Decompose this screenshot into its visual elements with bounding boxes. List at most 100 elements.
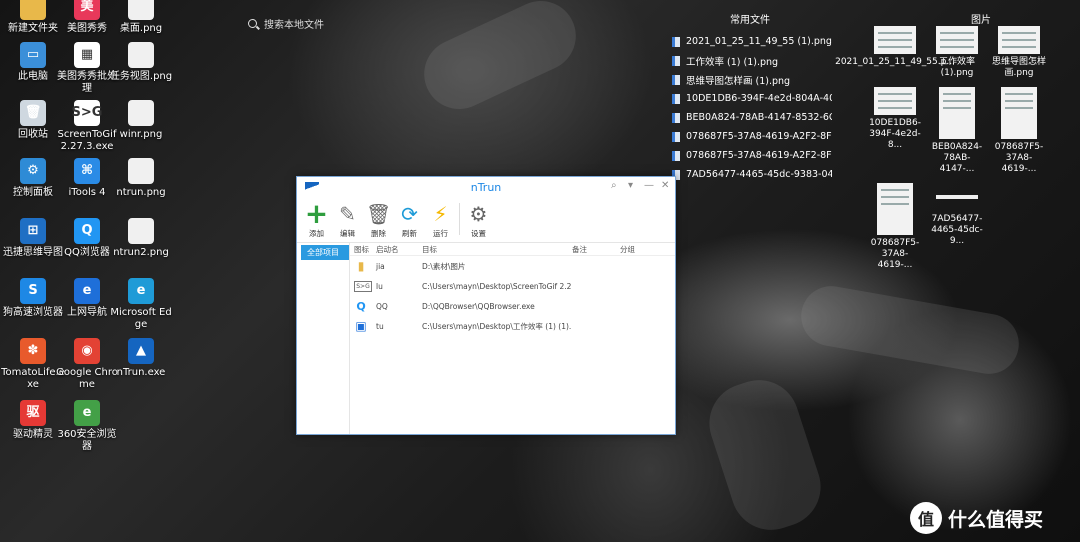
picture-name: 10DE1DB6-394F-4e2d-8... <box>869 118 921 150</box>
row-icon-cell: ▮ <box>350 259 376 273</box>
folder-icon <box>20 0 46 20</box>
table-row[interactable]: ▮ jia D:\素材\图片 <box>350 256 675 276</box>
file-icon <box>672 131 680 142</box>
toolbar-gear-button[interactable]: ⚙ 设置 <box>463 199 494 239</box>
pictures-grid: 2021_01_25_11_49_55.p... 工作效率 (1).png 思维导图… <box>835 26 1052 271</box>
column-note[interactable]: 备注 <box>572 244 620 255</box>
desktop-shortcut-label: 360安全浏览器 <box>57 429 117 452</box>
row-target: D:\QQBrowser\QQBrowser.exe <box>422 301 535 311</box>
recent-file-item[interactable]: 工作效率 (1) (1).png <box>672 51 832 70</box>
trash-icon: 🗑 <box>365 202 392 226</box>
category-all-items[interactable]: 全部项目 <box>301 245 349 260</box>
picture-item[interactable]: 078687F5-37A8-4619-... <box>866 183 924 271</box>
toolbar-plus-button[interactable]: + 添加 <box>301 199 332 239</box>
desktop-shortcut[interactable]: ntrun2.png <box>108 218 174 259</box>
lightning-icon: ⚡ <box>433 202 448 226</box>
window-titlebar[interactable]: nTrun ⌕ ▾ — ✕ <box>297 177 675 199</box>
meitu-batch-icon: ▦ <box>74 42 100 68</box>
pencil-icon: ✎ <box>339 202 356 226</box>
toolbar-refresh-button[interactable]: ⟳ 刷新 <box>394 199 425 239</box>
image-file-icon <box>128 42 154 68</box>
chrome-icon: ◉ <box>74 338 100 364</box>
desktop-shortcut[interactable]: 桌面.png <box>108 0 174 35</box>
table-row[interactable]: ▣ tu C:\Users\mayn\Desktop\工作效率 (1) (1)... <box>350 316 675 336</box>
close-icon[interactable]: ✕ <box>661 180 669 191</box>
picture-name: BEB0A824-78AB-4147-... <box>931 142 983 174</box>
picture-item[interactable]: 思维导图怎样画.png <box>990 26 1048 79</box>
picture-name: 工作效率 (1).png <box>938 57 975 78</box>
toolbar-separator <box>459 203 460 235</box>
search-icon[interactable]: ⌕ <box>611 180 617 191</box>
recent-file-name: 思维导图怎样画 (1).png <box>686 75 791 87</box>
picture-thumbnail <box>874 87 916 115</box>
recent-file-item[interactable]: 思维导图怎样画 (1).png <box>672 70 832 89</box>
image-file-icon <box>128 100 154 126</box>
picture-thumbnail <box>936 26 978 54</box>
recent-files-list: 2021_01_25_11_49_55 (1).png 工作效率 (1) (1).… <box>672 32 832 184</box>
driver-genius-icon: 驱 <box>20 400 46 426</box>
row-icon-cell: S>G <box>350 280 376 292</box>
sogou-browser-icon: S <box>20 278 46 304</box>
dropdown-icon[interactable]: ▾ <box>628 180 633 191</box>
picture-item[interactable]: 7AD56477-4465-45dc-9... <box>928 183 986 271</box>
recent-file-name: 2021_01_25_11_49_55 (1).png <box>686 36 832 47</box>
desktop-search[interactable]: 搜索本地文件 <box>248 16 324 31</box>
picture-item[interactable]: 2021_01_25_11_49_55.p... <box>835 26 955 79</box>
recent-file-name: BEB0A824-78AB-4147-8532-6C... <box>686 112 832 123</box>
toolbar-button-label: 删除 <box>371 229 386 238</box>
folder-icon: ▮ <box>357 259 365 273</box>
column-target[interactable]: 目标 <box>422 244 572 255</box>
column-name[interactable]: 启动名 <box>376 244 422 255</box>
picture-item[interactable]: 078687F5-37A8-4619-... <box>990 87 1048 175</box>
desktop-shortcut-label: ntrun2.png <box>113 247 169 258</box>
desktop-shortcut-label: Microsoft Edge <box>110 307 172 330</box>
mindmap-icon: ⊞ <box>20 218 46 244</box>
screentogif-icon: S>G <box>354 280 372 292</box>
recent-file-item[interactable]: 7AD56477-4465-45dc-9383-04... <box>672 165 832 184</box>
table-header: 图标 启动名 目标 备注 分组 <box>350 243 675 256</box>
table-row[interactable]: S>G lu C:\Users\mayn\Desktop\ScreenToGif 2… <box>350 276 675 296</box>
recent-file-item[interactable]: 10DE1DB6-394F-4e2d-804A-40... <box>672 89 832 108</box>
category-sidebar: 全部项目 <box>297 243 349 434</box>
table-row[interactable]: Q QQ D:\QQBrowser\QQBrowser.exe <box>350 296 675 316</box>
wallpaper-streak <box>796 281 1024 379</box>
desktop-shortcut[interactable]: e 360安全浏览器 <box>54 400 120 453</box>
recent-file-item[interactable]: 078687F5-37A8-4619-A2F2-8FC... <box>672 146 832 165</box>
toolbar-button-label: 编辑 <box>340 229 355 238</box>
screentogif-icon: S>G <box>72 100 102 126</box>
desktop-shortcut[interactable]: 任务视图.png <box>108 42 174 83</box>
picture-item[interactable]: BEB0A824-78AB-4147-... <box>928 87 986 175</box>
image-file-icon <box>128 218 154 244</box>
column-icon[interactable]: 图标 <box>350 244 376 255</box>
table-body: ▮ jia D:\素材\图片 S>G lu C:\Users\mayn\Desktop\S… <box>350 256 675 336</box>
gear-icon: ⚙ <box>469 202 488 226</box>
file-icon <box>672 150 680 161</box>
minimize-icon[interactable]: — <box>644 180 654 191</box>
toolbar-button-label: 运行 <box>433 229 448 238</box>
picture-item[interactable]: 工作效率 (1).png <box>928 26 986 79</box>
desktop-shortcut[interactable]: e Microsoft Edge <box>108 278 174 331</box>
column-group[interactable]: 分组 <box>620 244 660 255</box>
file-icon <box>672 55 680 66</box>
row-name: jia <box>376 261 385 271</box>
meitu-icon: 美 <box>74 0 100 20</box>
wallpaper-streak <box>412 0 588 121</box>
desktop-shortcut[interactable]: ntrun.png <box>108 158 174 199</box>
recent-file-name: 078687F5-37A8-4619-A2F2-8FC... <box>686 131 832 142</box>
desktop-shortcut[interactable]: winr.png <box>108 100 174 141</box>
toolbar-trash-button[interactable]: 🗑 删除 <box>363 199 394 239</box>
recent-file-item[interactable]: BEB0A824-78AB-4147-8532-6C... <box>672 108 832 127</box>
toolbar-pencil-button[interactable]: ✎ 编辑 <box>332 199 363 239</box>
file-icon <box>672 36 680 47</box>
watermark-text: 什么值得买 <box>948 508 1044 531</box>
desktop-shortcut[interactable]: ▲ nTrun.exe <box>108 338 174 379</box>
recent-file-item[interactable]: 2021_01_25_11_49_55 (1).png <box>672 32 832 51</box>
recent-files-title: 常用文件 <box>730 15 770 26</box>
row-icon-cell: Q <box>350 299 376 313</box>
row-icon-cell: ▣ <box>350 319 376 333</box>
plus-icon: + <box>304 197 329 230</box>
recent-file-item[interactable]: 078687F5-37A8-4619-A2F2-8FC... <box>672 127 832 146</box>
picture-thumbnail <box>1001 87 1037 139</box>
picture-item[interactable]: 10DE1DB6-394F-4e2d-8... <box>866 87 924 175</box>
toolbar-lightning-button[interactable]: ⚡ 运行 <box>425 199 456 239</box>
